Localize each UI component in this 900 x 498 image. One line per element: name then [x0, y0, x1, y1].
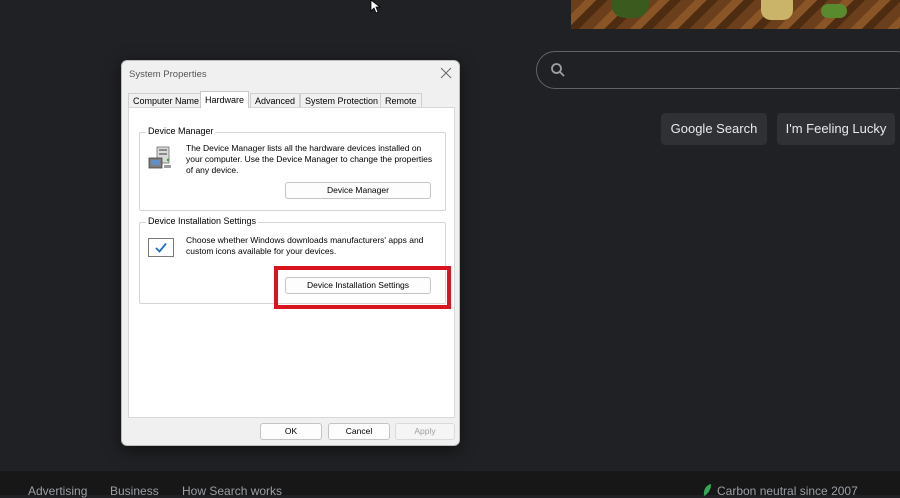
- search-icon: [551, 63, 565, 77]
- group-title: Device Manager: [146, 126, 216, 136]
- dialog-titlebar[interactable]: System Properties: [122, 61, 459, 87]
- highlight-annotation: [274, 266, 451, 309]
- device-manager-icon: [148, 146, 171, 169]
- dialog-title: System Properties: [129, 69, 207, 80]
- feeling-lucky-button[interactable]: I'm Feeling Lucky: [777, 113, 895, 145]
- apply-button[interactable]: Apply: [395, 423, 455, 440]
- google-doodle[interactable]: [571, 0, 900, 29]
- doodle-shape: [611, 0, 649, 18]
- cancel-button[interactable]: Cancel: [328, 423, 390, 440]
- mouse-cursor-icon: [370, 0, 382, 14]
- device-manager-description: The Device Manager lists all the hardwar…: [186, 143, 433, 175]
- footer-link-business[interactable]: Business: [110, 484, 159, 498]
- system-properties-dialog: System Properties Computer Name Hardware…: [121, 60, 460, 446]
- footer-link-advertising[interactable]: Advertising: [28, 484, 87, 498]
- tab-system-protection[interactable]: System Protection: [300, 93, 384, 107]
- device-manager-group: Device Manager The Device Manager lists …: [139, 126, 446, 211]
- tab-remote[interactable]: Remote: [380, 93, 422, 107]
- checkbox-check-icon: [148, 238, 174, 257]
- doodle-shape: [821, 4, 847, 18]
- tab-advanced[interactable]: Advanced: [250, 93, 301, 107]
- footer: Advertising Business How Search works Ca…: [0, 471, 900, 498]
- device-manager-button[interactable]: Device Manager: [285, 182, 431, 199]
- google-search-button[interactable]: Google Search: [661, 113, 767, 145]
- search-input[interactable]: [536, 51, 900, 89]
- tab-hardware[interactable]: Hardware: [200, 91, 250, 108]
- close-icon[interactable]: [440, 67, 452, 79]
- doodle-shape: [761, 0, 793, 20]
- footer-link-carbon-neutral[interactable]: Carbon neutral since 2007: [717, 484, 858, 498]
- footer-link-how-search-works[interactable]: How Search works: [182, 484, 282, 498]
- tab-computer-name[interactable]: Computer Name: [128, 93, 205, 107]
- ok-button[interactable]: OK: [260, 423, 322, 440]
- group-title: Device Installation Settings: [146, 216, 259, 226]
- hardware-tab-panel: Device Manager The Device Manager lists …: [128, 107, 455, 418]
- device-installation-description: Choose whether Windows downloads manufac…: [186, 235, 424, 256]
